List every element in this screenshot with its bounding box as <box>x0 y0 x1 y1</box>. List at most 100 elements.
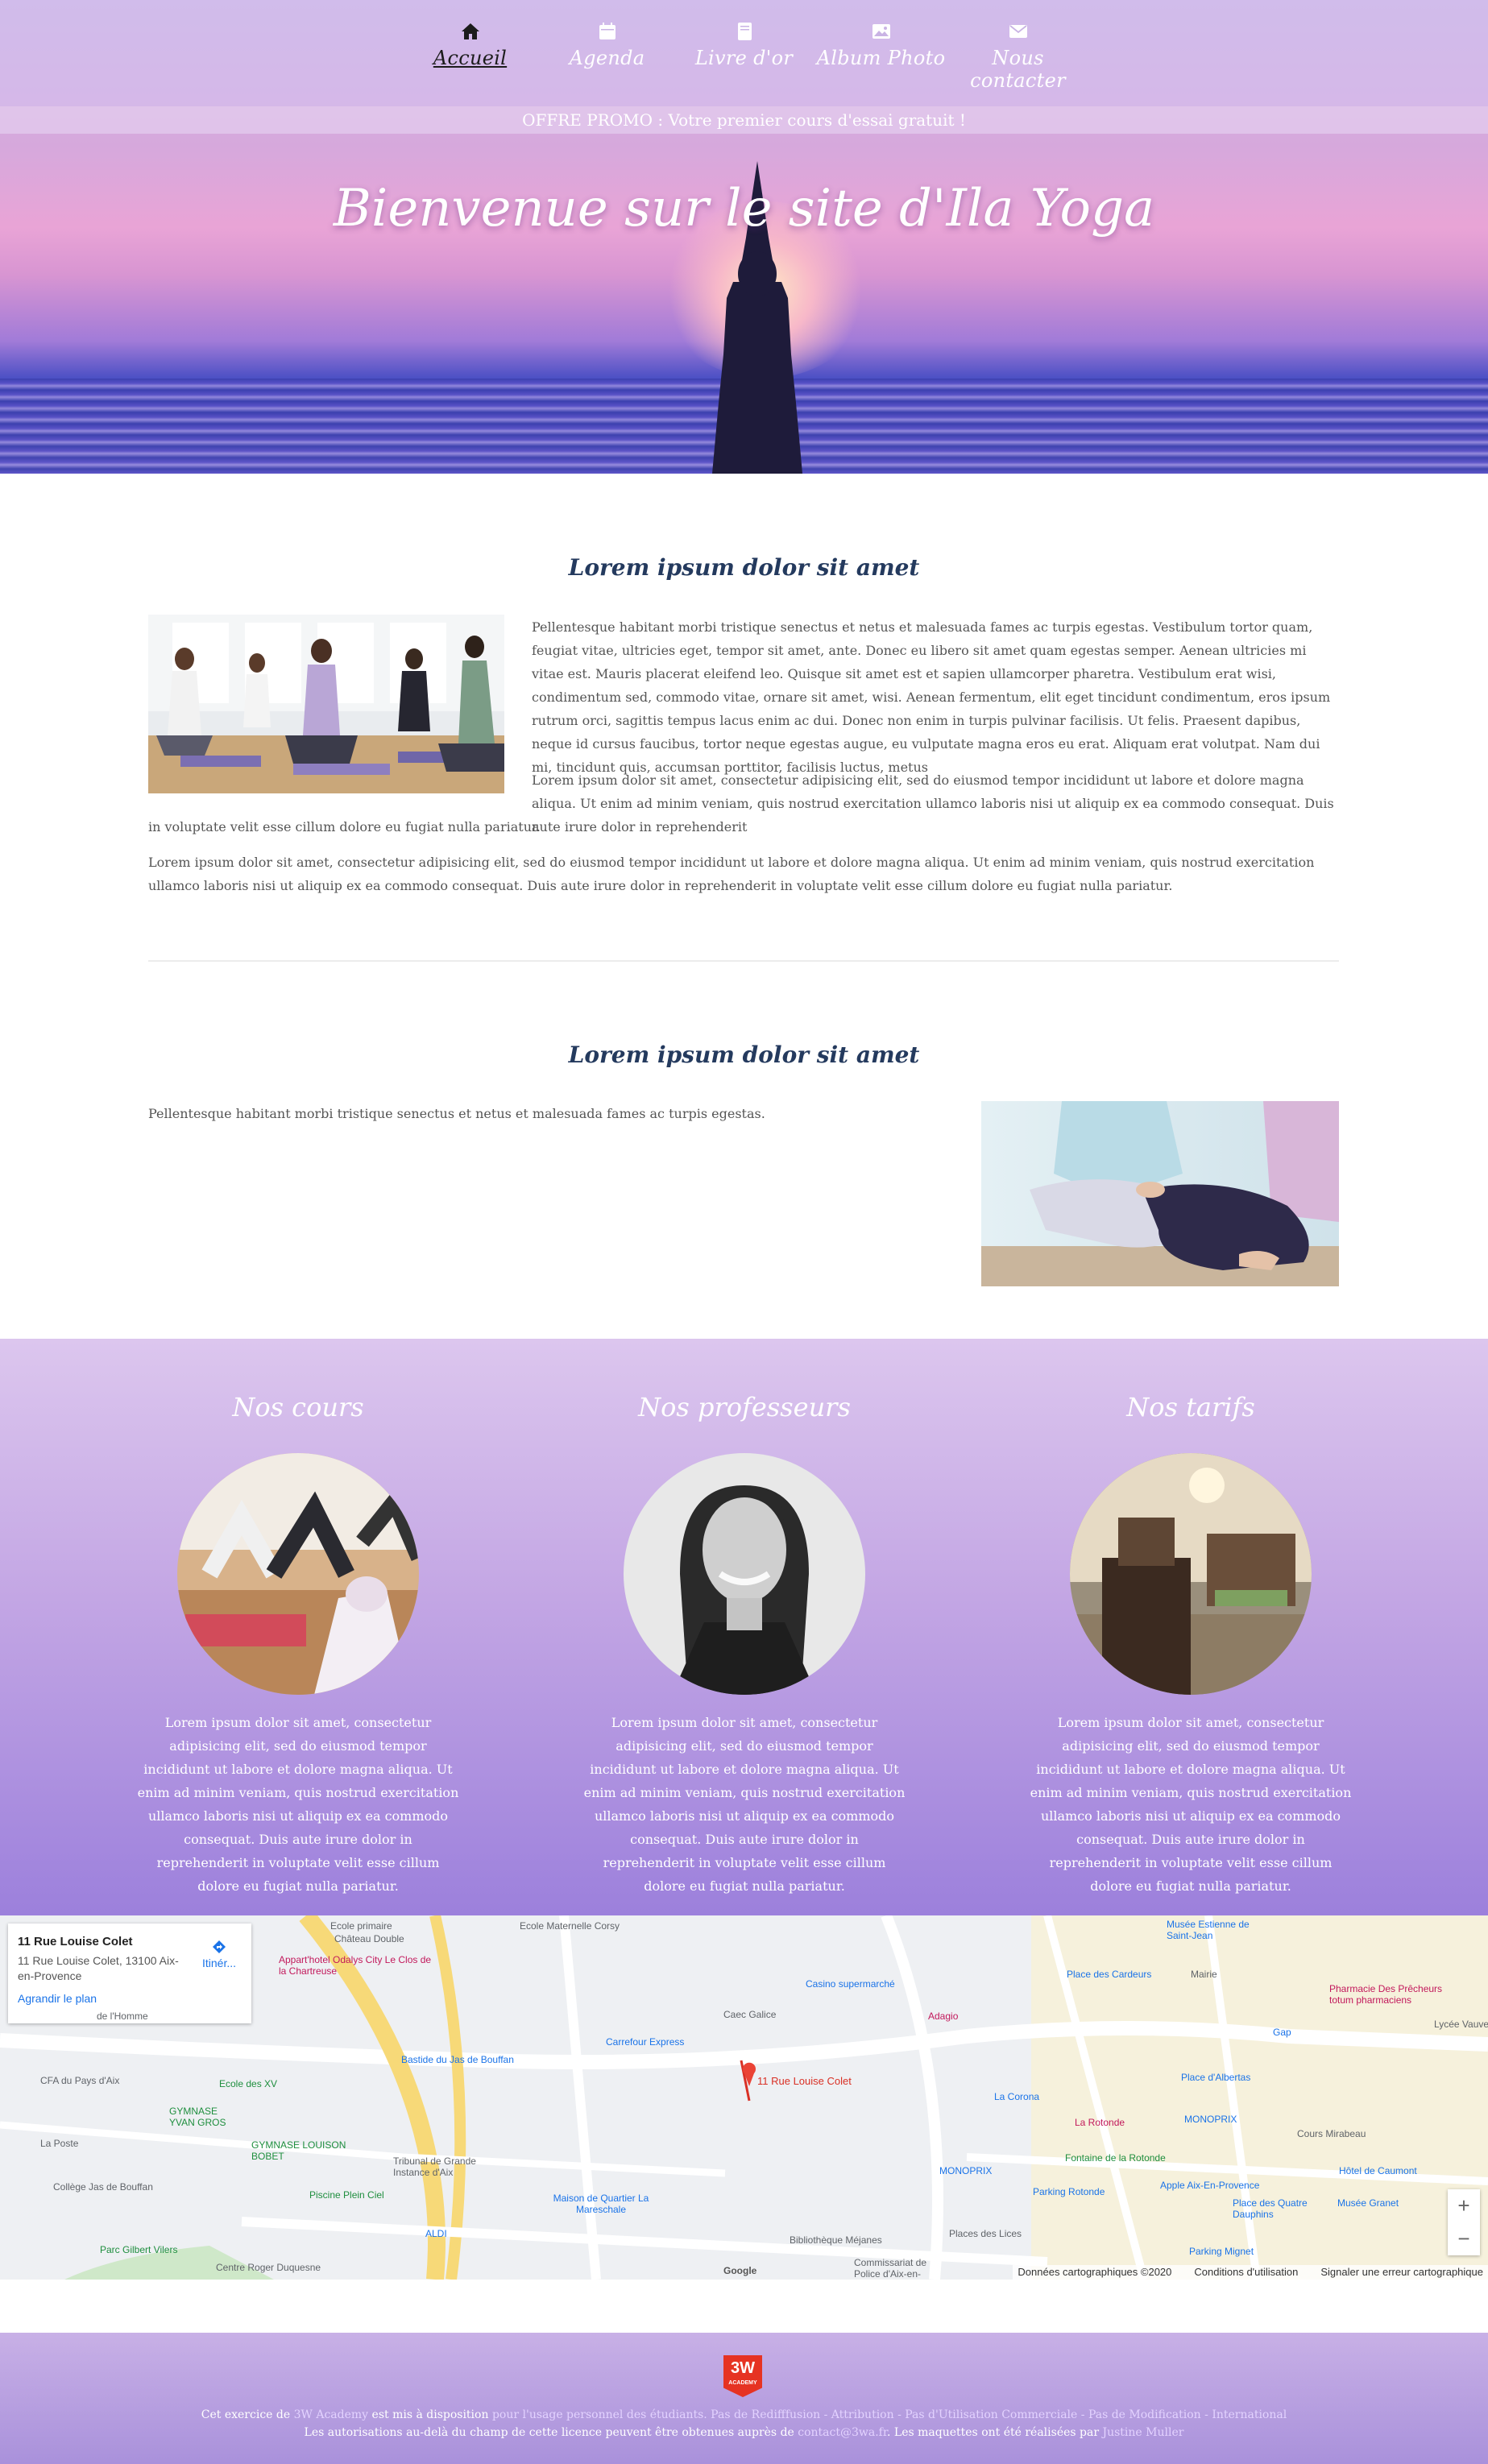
zoom-in-button[interactable]: + <box>1448 2189 1480 2222</box>
zoom-out-button[interactable]: − <box>1448 2222 1480 2255</box>
3w-academy-link[interactable]: 3W Academy <box>294 2408 368 2421</box>
image-icon <box>872 24 890 39</box>
map-label: Pharmacie Des Prêcheurs totum pharmacien… <box>1329 1983 1443 2006</box>
yoga-class-photo <box>148 615 504 793</box>
feature-text-tarifs: Lorem ipsum dolor sit amet, consectetur … <box>1030 1715 1352 1894</box>
license-text: . Les maquettes ont été réalisées par <box>887 2426 1103 2439</box>
site-footer: 3W ACADEMY Cet exercice de 3W Academy es… <box>0 2333 1488 2464</box>
map-label: Appart'hotel Odalys City Le Clos de la C… <box>279 1954 432 1977</box>
feature-text-professeurs: Lorem ipsum dolor sit amet, consectetur … <box>583 1715 906 1894</box>
map-terms-link[interactable]: Conditions d'utilisation <box>1194 2266 1298 2279</box>
envelope-icon <box>1009 25 1027 38</box>
google-map[interactable]: 11 Rue Louise Colet 11 Rue Louise Colet,… <box>0 1915 1488 2280</box>
map-label: de l'Homme <box>97 2011 148 2022</box>
map-label: Mairie <box>1191 1969 1217 1980</box>
map-label: Piscine Plein Ciel <box>309 2189 384 2201</box>
hero-title: Bienvenue sur le site d'Ila Yoga <box>333 179 1155 238</box>
professeurs-photo <box>624 1453 865 1695</box>
feature-title-cours: Nos cours <box>232 1392 364 1422</box>
map-label: Place des Quatre Dauphins <box>1233 2197 1308 2220</box>
license-text: Cet exercice de <box>201 2408 294 2421</box>
logo-text: 3W <box>731 2359 755 2377</box>
3w-academy-logo[interactable]: 3W ACADEMY <box>723 2355 762 2397</box>
map-label: Centre Roger Duquesne <box>216 2262 321 2273</box>
section1-paragraph-3: Lorem ipsum dolor sit amet, consectetur … <box>148 855 1315 893</box>
section1-paragraph-2b: in voluptate velit esse cillum dolore eu… <box>148 819 541 834</box>
map-label: La Corona <box>994 2091 1040 2102</box>
feature-text-cours: Lorem ipsum dolor sit amet, consectetur … <box>137 1715 459 1894</box>
nav-item-accueil[interactable]: Accueil <box>402 0 539 106</box>
map-label: Adagio <box>928 2011 959 2022</box>
nav-item-livre-dor[interactable]: Livre d'or <box>676 0 813 106</box>
logo-subtext: ACADEMY <box>728 2380 757 2386</box>
cours-photo <box>177 1453 419 1695</box>
map-label: GYMNASE YVAN GROS <box>169 2106 226 2128</box>
meditation-photo <box>981 1101 1339 1286</box>
map-label: La Poste <box>40 2138 79 2149</box>
map-label: Ecole des XV <box>219 2078 278 2089</box>
directions-icon <box>213 1940 226 1953</box>
map-label: Place des Cardeurs <box>1067 1969 1152 1980</box>
map-attribution-bar: Données cartographiques ©2020 Conditions… <box>1013 2265 1488 2280</box>
map-info-card: 11 Rue Louise Colet 11 Rue Louise Colet,… <box>8 1924 251 2023</box>
license-line-1: Cet exercice de 3W Academy est mis à dis… <box>0 2408 1488 2421</box>
map-label: Caec Galice <box>723 2009 777 2020</box>
map-data-credit: Données cartographiques ©2020 <box>1018 2266 1172 2278</box>
map-label: Place d'Albertas <box>1181 2072 1251 2083</box>
nav-label-agenda: Agenda <box>569 47 645 69</box>
section2-title: Lorem ipsum dolor sit amet <box>568 1042 920 1068</box>
map-label: Château Double <box>334 1933 404 1944</box>
map-label: Commissariat de Police d'Aix-en-Provence <box>854 2257 927 2280</box>
section2-paragraph-1: Pellentesque habitant morbi tristique se… <box>148 1106 765 1121</box>
map-label: Collège Jas de Bouffan <box>53 2181 153 2193</box>
map-label: GYMNASE LOUISON BOBET <box>251 2139 346 2162</box>
map-label: Fontaine de la Rotonde <box>1065 2152 1166 2164</box>
map-label: Apple Aix-En-Provence <box>1160 2180 1260 2191</box>
map-label: Bastide du Jas de Bouffan <box>401 2054 514 2065</box>
contact-email-link[interactable]: contact@3wa.fr <box>798 2426 887 2439</box>
section1-title: Lorem ipsum dolor sit amet <box>568 554 920 581</box>
map-label: Parking Mignet <box>1189 2246 1254 2257</box>
map-label: Parking Rotonde <box>1033 2186 1105 2197</box>
section1-paragraph-1: Pellentesque habitant morbi tristique se… <box>532 619 1331 775</box>
map-label: ALDI <box>425 2228 447 2239</box>
calendar-icon <box>599 23 616 39</box>
author-link[interactable]: Justine Muller <box>1102 2426 1183 2439</box>
nav-item-album-photo[interactable]: Album Photo <box>813 0 950 106</box>
map-label: Maison de Quartier La Mareschale <box>553 2193 649 2215</box>
map-label: Parc Gilbert Vilers <box>100 2244 178 2255</box>
map-label: La Rotonde <box>1075 2117 1125 2128</box>
map-card-address: 11 Rue Louise Colet, 13100 Aix-en-Proven… <box>18 1954 179 1982</box>
map-label: Lycée Vauver <box>1434 2019 1488 2030</box>
map-label: MONOPRIX <box>1184 2114 1237 2125</box>
section-divider <box>148 960 1339 962</box>
hero-banner: Accueil Agenda Livre d'or Album Photo No… <box>0 0 1488 474</box>
book-icon <box>737 23 752 40</box>
google-logo: Google <box>723 2265 757 2276</box>
home-icon <box>461 23 479 39</box>
promo-banner: OFFRE PROMO : Votre premier cours d'essa… <box>0 106 1488 134</box>
enlarge-map-link[interactable]: Agrandir le plan <box>18 1992 242 2005</box>
map-report-link[interactable]: Signaler une erreur cartographique <box>1320 2266 1483 2279</box>
license-text: Les autorisations au-delà du champ de ce… <box>304 2426 798 2439</box>
nav-item-agenda[interactable]: Agenda <box>539 0 676 106</box>
feature-title-tarifs: Nos tarifs <box>1126 1392 1255 1422</box>
nav-label-album-photo: Album Photo <box>816 47 946 69</box>
map-label: Gap <box>1273 2027 1291 2038</box>
nav-label-accueil: Accueil <box>433 47 508 69</box>
license-text: est mis à disposition <box>368 2408 492 2421</box>
directions-label: Itinér... <box>201 1957 237 1969</box>
map-marker-label[interactable]: 11 Rue Louise Colet <box>757 2075 852 2087</box>
nav-item-nous-contacter[interactable]: Nous contacter <box>950 0 1087 106</box>
map-label: Musée Estienne de Saint-Jean <box>1167 1919 1250 1941</box>
license-link[interactable]: pour l'usage personnel des étudiants. Pa… <box>492 2408 1287 2421</box>
map-label: Carrefour Express <box>606 2036 685 2048</box>
map-label: MONOPRIX <box>939 2165 993 2176</box>
map-label: Tribunal de Grande Instance d'Aix <box>393 2155 476 2178</box>
directions-button[interactable]: Itinér... <box>195 1940 243 1969</box>
map-label: Ecole primaire <box>330 1920 392 1932</box>
map-label: Ecole Maternelle Corsy <box>520 1920 620 1932</box>
zoom-controls: + − <box>1448 2189 1480 2255</box>
map-label: Musée Granet <box>1337 2197 1399 2209</box>
map-label: Places des Lices <box>949 2228 1022 2239</box>
